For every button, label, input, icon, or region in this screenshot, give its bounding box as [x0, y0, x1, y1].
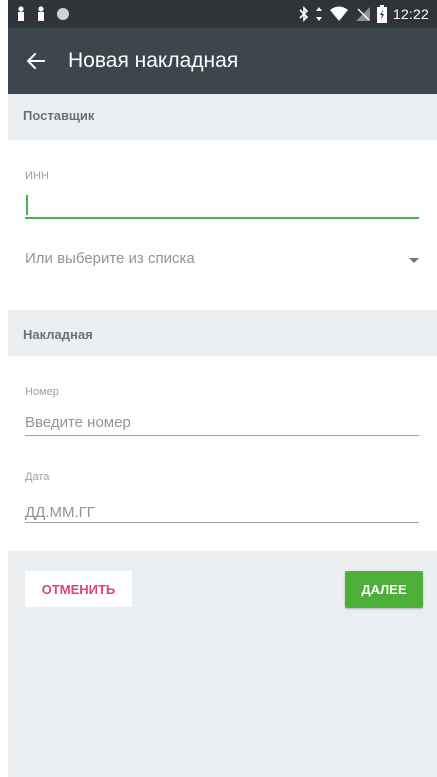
status-bar-system: 12:22 — [299, 4, 429, 24]
status-time: 12:22 — [392, 6, 429, 22]
date-underline — [25, 522, 419, 523]
number-label: Номер — [25, 386, 59, 398]
inn-input[interactable] — [25, 192, 419, 220]
invoice-card: Номер Дата — [8, 356, 437, 551]
screen: 12:22 Новая накладная Поставщик ИНН Или … — [0, 0, 437, 777]
status-bar: 12:22 — [8, 0, 437, 28]
bluetooth-icon — [299, 6, 309, 22]
supplier-select-dropdown[interactable]: Или выберите из списка — [8, 242, 437, 278]
app-bar: Новая накладная — [8, 28, 437, 94]
section-title-invoice: Накладная — [23, 327, 93, 342]
next-button[interactable]: ДАЛЕЕ — [345, 571, 423, 608]
section-header-supplier: Поставщик — [8, 94, 437, 140]
circle-icon — [57, 8, 69, 20]
inn-label: ИНН — [25, 170, 49, 182]
inn-underline — [25, 217, 419, 219]
no-sim-icon — [355, 7, 370, 21]
number-input[interactable] — [25, 408, 419, 436]
supplier-select-placeholder: Или выберите из списка — [25, 250, 195, 267]
section-title-supplier: Поставщик — [23, 108, 95, 123]
data-arrows-icon — [315, 7, 322, 21]
page-title: Новая накладная — [68, 49, 239, 72]
supplier-card: ИНН Или выберите из списка — [8, 140, 437, 310]
notification-icon — [18, 6, 24, 21]
wifi-icon — [329, 6, 348, 21]
battery-icon — [376, 5, 387, 23]
back-button[interactable] — [20, 45, 52, 77]
status-bar-notifications — [16, 5, 70, 23]
section-header-invoice: Накладная — [8, 310, 437, 356]
arrow-left-icon — [27, 52, 45, 70]
notification-icon — [38, 6, 44, 21]
number-underline — [25, 435, 419, 436]
date-label: Дата — [25, 471, 50, 483]
app-frame: 12:22 Новая накладная Поставщик ИНН Или … — [8, 0, 437, 777]
cancel-button[interactable]: ОТМЕНИТЬ — [25, 571, 132, 607]
dropdown-arrow-icon — [409, 258, 419, 263]
text-cursor — [26, 195, 28, 215]
